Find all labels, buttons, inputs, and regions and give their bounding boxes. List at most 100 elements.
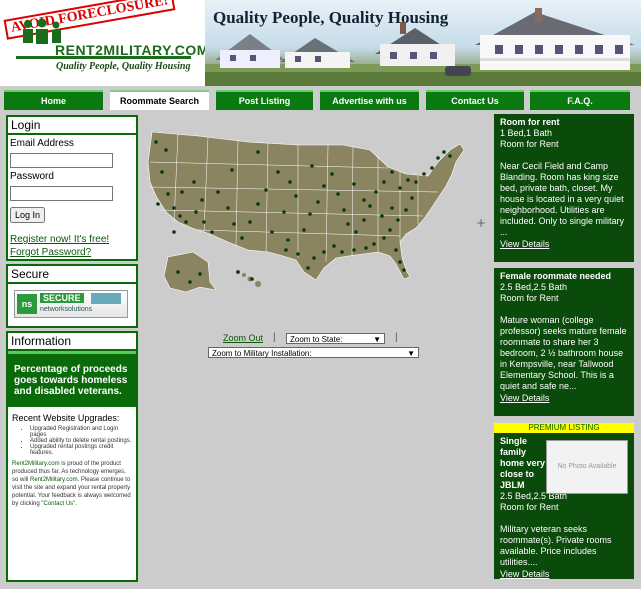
installation-marker[interactable]	[198, 272, 202, 276]
installation-marker[interactable]	[172, 230, 176, 234]
installation-marker[interactable]	[160, 170, 164, 174]
installation-marker[interactable]	[382, 236, 386, 240]
installation-marker[interactable]	[372, 242, 376, 246]
site-link[interactable]: Rent2Military.com	[30, 477, 78, 483]
installation-marker[interactable]	[202, 220, 206, 224]
installation-marker[interactable]	[306, 266, 310, 270]
installation-marker[interactable]	[330, 172, 334, 176]
installation-marker[interactable]	[184, 220, 188, 224]
contact-us-link[interactable]: Contact Us	[43, 501, 73, 507]
login-button[interactable]: Log In	[10, 207, 46, 223]
installation-marker[interactable]	[256, 150, 260, 154]
installation-marker[interactable]	[368, 204, 372, 208]
installation-marker[interactable]	[308, 212, 312, 216]
tab-roommate-search[interactable]: Roommate Search	[110, 90, 209, 110]
installation-marker[interactable]	[352, 248, 356, 252]
listing-title[interactable]: Single family home very close to JBLM	[500, 436, 548, 491]
us-map[interactable]: +	[138, 112, 488, 337]
forgot-password-link[interactable]: Forgot Password?	[10, 247, 136, 258]
zoom-to-state-select[interactable]: Zoom to State: ▼	[286, 333, 385, 344]
zoom-out-link[interactable]: Zoom Out	[223, 333, 263, 343]
installation-marker[interactable]	[276, 170, 280, 174]
installation-marker[interactable]	[388, 228, 392, 232]
installation-marker[interactable]	[316, 200, 320, 204]
installation-marker[interactable]	[352, 182, 356, 186]
installation-marker[interactable]	[226, 206, 230, 210]
listing-card[interactable]: Female roommate needed 2.5 Bed,2.5 Bath …	[494, 268, 634, 416]
installation-marker[interactable]	[362, 198, 366, 202]
installation-marker[interactable]	[230, 168, 234, 172]
installation-marker[interactable]	[256, 202, 260, 206]
view-details-link[interactable]: View Details	[500, 569, 628, 579]
hawaii-shape[interactable]	[236, 270, 261, 287]
installation-marker[interactable]	[282, 210, 286, 214]
listing-title[interactable]: Female roommate needed	[500, 271, 628, 282]
installation-marker[interactable]	[248, 220, 252, 224]
secure-badge[interactable]: ns SECURE networksolutions	[14, 290, 128, 318]
installation-marker[interactable]	[200, 198, 204, 202]
zoom-to-installation-select[interactable]: Zoom to Military Installation: ▼	[208, 347, 419, 358]
installation-marker[interactable]	[374, 190, 378, 194]
installation-marker[interactable]	[430, 166, 434, 170]
installation-marker[interactable]	[232, 222, 236, 226]
installation-marker[interactable]	[284, 248, 288, 252]
site-link[interactable]: Rent2Military.com	[12, 461, 60, 467]
installation-marker[interactable]	[312, 256, 316, 260]
installation-marker[interactable]	[422, 172, 426, 176]
installation-marker[interactable]	[382, 180, 386, 184]
installation-marker[interactable]	[270, 230, 274, 234]
installation-marker[interactable]	[172, 206, 176, 210]
tab-advertise[interactable]: Advertise with us	[320, 90, 419, 110]
installation-marker[interactable]	[210, 230, 214, 234]
installation-marker[interactable]	[396, 218, 400, 222]
installation-marker[interactable]	[264, 188, 268, 192]
installation-marker[interactable]	[354, 230, 358, 234]
tab-faq[interactable]: F.A.Q.	[530, 90, 630, 110]
installation-marker[interactable]	[236, 270, 240, 274]
installation-marker[interactable]	[390, 170, 394, 174]
installation-marker[interactable]	[398, 186, 402, 190]
installation-marker[interactable]	[402, 268, 406, 272]
installation-marker[interactable]	[380, 214, 384, 218]
installation-marker[interactable]	[410, 196, 414, 200]
installation-marker[interactable]	[294, 194, 298, 198]
installation-marker[interactable]	[448, 154, 452, 158]
register-link[interactable]: Register now! It's free!	[10, 234, 136, 245]
password-field[interactable]	[10, 185, 113, 201]
tab-home[interactable]: Home	[4, 90, 103, 110]
installation-marker[interactable]	[164, 148, 168, 152]
installation-marker[interactable]	[310, 164, 314, 168]
tab-contact-us[interactable]: Contact Us	[426, 90, 524, 110]
installation-marker[interactable]	[340, 250, 344, 254]
installation-marker[interactable]	[442, 150, 446, 154]
installation-marker[interactable]	[156, 202, 160, 206]
installation-marker[interactable]	[398, 260, 402, 264]
installation-marker[interactable]	[286, 238, 290, 242]
installation-marker[interactable]	[336, 192, 340, 196]
tab-post-listing[interactable]: Post Listing	[216, 90, 313, 110]
installation-marker[interactable]	[394, 248, 398, 252]
installation-marker[interactable]	[404, 208, 408, 212]
installation-marker[interactable]	[176, 270, 180, 274]
installation-marker[interactable]	[288, 180, 292, 184]
installation-marker[interactable]	[296, 252, 300, 256]
email-field[interactable]	[10, 152, 113, 168]
installation-marker[interactable]	[362, 218, 366, 222]
installation-marker[interactable]	[166, 192, 170, 196]
installation-marker[interactable]	[216, 190, 220, 194]
view-details-link[interactable]: View Details	[500, 239, 628, 250]
installation-marker[interactable]	[414, 180, 418, 184]
installation-marker[interactable]	[342, 208, 346, 212]
us-map-svg[interactable]: +	[138, 112, 488, 337]
installation-marker[interactable]	[154, 140, 158, 144]
installation-marker[interactable]	[250, 277, 254, 281]
installation-marker[interactable]	[180, 190, 184, 194]
installation-marker[interactable]	[240, 236, 244, 240]
listing-title[interactable]: Room for rent	[500, 117, 628, 128]
alaska-shape[interactable]	[163, 251, 217, 293]
installation-marker[interactable]	[332, 244, 336, 248]
installation-marker[interactable]	[406, 178, 410, 182]
installation-marker[interactable]	[302, 228, 306, 232]
installation-marker[interactable]	[178, 214, 182, 218]
installation-marker[interactable]	[194, 210, 198, 214]
